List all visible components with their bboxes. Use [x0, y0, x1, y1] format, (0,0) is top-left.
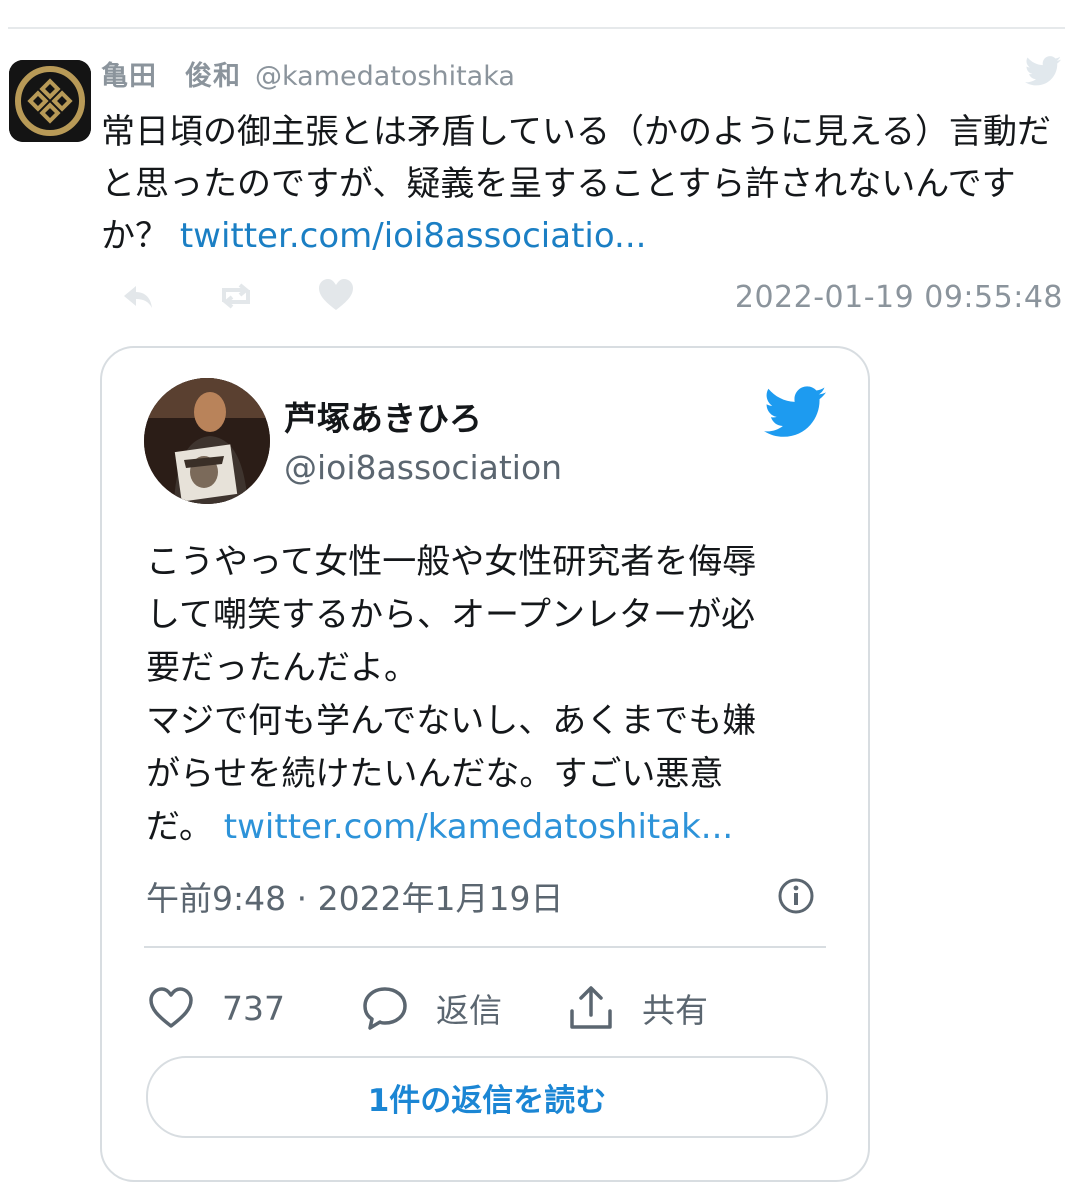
like-count: 737 [222, 988, 285, 1028]
tweet-link[interactable]: twitter.com/ioi8associatio... [180, 216, 647, 256]
embedded-text-line: して嘲笑するから、オープンレターが必 [146, 595, 755, 635]
card-divider [144, 946, 826, 948]
embedded-handle[interactable]: @ioi8association [284, 448, 562, 487]
user-handle[interactable]: @kamedatoshitaka [255, 61, 515, 92]
reply-button[interactable]: 返信 [360, 980, 502, 1036]
embedded-tweet-card[interactable]: 芦塚あきひろ @ioi8association こうやって女性一般や女性研究者を… [100, 346, 870, 1182]
heart-icon [149, 987, 193, 1028]
embedded-text-line: 要だったんだよ。 [146, 648, 418, 688]
embedded-text-line: こうやって女性一般や女性研究者を侮辱 [146, 542, 757, 582]
user-avatar[interactable] [9, 60, 91, 142]
embedded-text-line: だ。 twitter.com/kamedatoshitak... [146, 801, 836, 854]
embedded-text-line: マジで何も学んでないし、あくまでも嫌 [146, 701, 757, 741]
embedded-tweet-text: こうやって女性一般や女性研究者を侮辱 して嘲笑するから、オープンレターが必 要だ… [146, 536, 836, 854]
tweet-timestamp: 2022-01-19 09:55:48 [734, 280, 1063, 315]
share-icon [570, 986, 612, 1029]
top-divider [8, 27, 1065, 29]
embedded-text-line: がらせを続けたいんだな。すごい悪意 [146, 754, 724, 794]
reply-label: 返信 [436, 991, 502, 1030]
twitter-bird-icon[interactable] [764, 386, 826, 438]
family-crest-icon [9, 60, 91, 142]
comment-icon [363, 987, 407, 1030]
embedded-link[interactable]: twitter.com/kamedatoshitak... [224, 807, 733, 847]
tweet-header: 亀田 俊和 @kamedatoshitaka [101, 54, 515, 92]
embedded-timestamp[interactable]: 午前9:48 · 2022年1月19日 [146, 872, 564, 920]
like-icon[interactable] [316, 276, 356, 316]
retweet-icon[interactable] [216, 276, 256, 316]
embedded-display-name[interactable]: 芦塚あきひろ [284, 392, 482, 440]
tweet-text: 常日頃の御主張とは矛盾している（かのように見える）言動だと思ったのですが、疑義を… [101, 106, 1051, 262]
twitter-bird-icon [1025, 56, 1061, 86]
like-button[interactable]: 737 [146, 980, 285, 1036]
share-button[interactable]: 共有 [566, 980, 708, 1036]
display-name[interactable]: 亀田 俊和 [101, 61, 241, 92]
embedded-avatar[interactable] [144, 378, 270, 504]
profile-photo-icon [144, 378, 270, 504]
info-icon[interactable] [776, 876, 816, 916]
share-label: 共有 [642, 991, 708, 1030]
reply-icon[interactable] [118, 276, 158, 316]
embedded-text-tail: だ。 [146, 807, 224, 847]
read-replies-button[interactable]: 1件の返信を読む [146, 1056, 828, 1138]
embedded-actions: 737 返信 共有 [146, 980, 836, 1036]
